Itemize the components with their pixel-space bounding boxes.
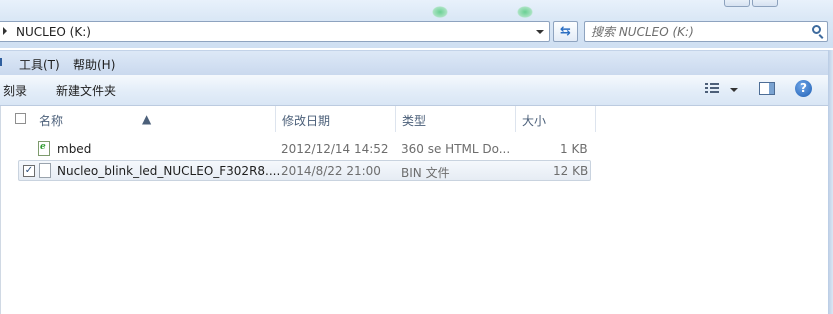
minimize-button[interactable]: [724, 0, 750, 7]
view-options-dropdown-icon[interactable]: [730, 88, 738, 92]
file-size: 12 KB: [553, 164, 589, 178]
column-name-label: 名称: [39, 114, 64, 128]
window-right-border: [828, 50, 833, 314]
menu-help[interactable]: 帮助(H): [73, 56, 115, 73]
file-name[interactable]: Nucleo_blink_led_NUCLEO_F302R8....: [57, 164, 280, 178]
row-checkbox[interactable]: ✓: [23, 165, 35, 177]
address-path[interactable]: NUCLEO (K:): [16, 25, 91, 39]
file-name[interactable]: mbed: [57, 142, 91, 156]
menu-bar: 工具(T) 帮助(H): [0, 50, 833, 75]
menu-tools[interactable]: 工具(T): [19, 56, 60, 73]
title-bar: [0, 0, 833, 18]
refresh-button[interactable]: ⇆: [553, 21, 578, 42]
column-header-row: 名称 ▲ 修改日期 类型 大小: [1, 106, 829, 132]
column-name[interactable]: 名称 ▲: [1, 106, 276, 132]
background-app-glow: [432, 6, 448, 18]
change-view-icon[interactable]: [705, 83, 719, 95]
column-date-modified[interactable]: 修改日期: [276, 106, 396, 132]
file-modified: 2014/8/22 21:00: [281, 164, 381, 178]
column-type-label: 类型: [402, 114, 427, 128]
breadcrumb-arrow-icon[interactable]: [3, 27, 7, 35]
preview-pane-icon[interactable]: [759, 82, 775, 95]
search-input[interactable]: [591, 23, 801, 40]
menu-edge-marker: [0, 58, 2, 66]
column-date-label: 修改日期: [282, 114, 331, 128]
file-size: 1 KB: [560, 142, 588, 156]
burn-button[interactable]: 刻录: [3, 82, 27, 99]
navigation-bar: NUCLEO (K:) ⇆: [0, 18, 833, 48]
html-file-icon: e: [38, 141, 50, 156]
file-row[interactable]: e mbed 2012/12/14 14:52 360 se HTML Do..…: [18, 139, 591, 160]
address-bar[interactable]: NUCLEO (K:): [0, 21, 550, 42]
file-type: 360 se HTML Do...: [401, 142, 511, 156]
column-size-label: 大小: [522, 114, 547, 128]
maximize-button[interactable]: [752, 0, 778, 7]
refresh-icon: ⇆: [560, 24, 571, 39]
sort-ascending-icon: ▲: [142, 112, 152, 126]
column-size[interactable]: 大小: [516, 106, 596, 132]
help-icon[interactable]: ?: [795, 80, 812, 97]
file-modified: 2012/12/14 14:52: [281, 142, 389, 156]
background-app-glow: [517, 6, 533, 18]
command-bar: 刻录 新建文件夹 ?: [0, 75, 833, 106]
new-folder-button[interactable]: 新建文件夹: [56, 82, 116, 99]
file-list: 名称 ▲ 修改日期 类型 大小 e mbed 2012/12/14 14:52 …: [0, 106, 828, 314]
address-history-dropdown-icon[interactable]: [536, 30, 544, 34]
search-box[interactable]: [584, 21, 828, 42]
search-icon[interactable]: [812, 25, 821, 34]
file-row-selected[interactable]: ✓ Nucleo_blink_led_NUCLEO_F302R8.... 201…: [18, 160, 591, 181]
file-icon: [39, 163, 51, 178]
column-type[interactable]: 类型: [396, 106, 516, 132]
file-type: BIN 文件: [401, 166, 450, 180]
